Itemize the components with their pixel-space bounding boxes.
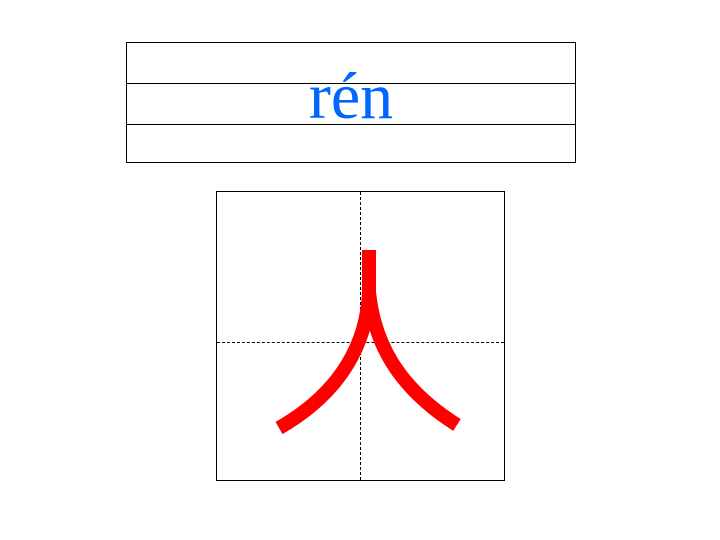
pinyin-writing-lines: rén [126,42,576,163]
stroke-piee [275,250,376,435]
character-practice-grid [216,191,505,481]
pinyin-label: rén [308,60,394,133]
character-glyph-drawing [275,250,461,435]
stroke-na [362,291,461,431]
